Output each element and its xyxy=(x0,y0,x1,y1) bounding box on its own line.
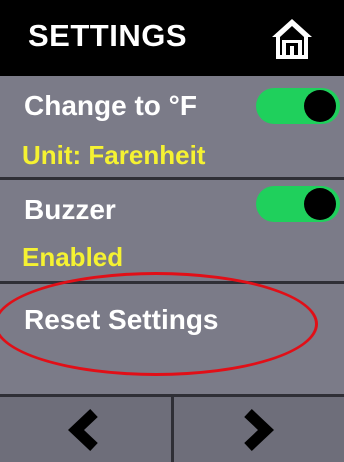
navigation-bar xyxy=(0,394,344,462)
prev-button[interactable] xyxy=(0,397,171,462)
home-icon[interactable] xyxy=(268,16,316,62)
units-label: Change to °F xyxy=(24,90,197,121)
reset-settings-label: Reset Settings xyxy=(24,304,219,335)
header-bar: SETTINGS xyxy=(0,0,344,76)
buzzer-status: Enabled xyxy=(22,242,124,272)
units-toggle[interactable] xyxy=(256,88,340,124)
buzzer-toggle[interactable] xyxy=(256,186,340,222)
page-title: SETTINGS xyxy=(28,18,188,53)
reset-settings-button[interactable]: Reset Settings xyxy=(0,284,344,394)
buzzer-label: Buzzer xyxy=(24,194,116,225)
chevron-right-icon xyxy=(244,409,275,451)
next-button[interactable] xyxy=(174,397,344,462)
settings-screen: SETTINGS Change to °F Unit: Farenheit Bu… xyxy=(0,0,344,462)
units-value: Unit: Farenheit xyxy=(22,140,206,170)
chevron-left-icon xyxy=(67,409,98,451)
setting-row-units[interactable]: Change to °F Unit: Farenheit xyxy=(0,76,344,180)
toggle-knob xyxy=(304,90,336,122)
setting-row-buzzer[interactable]: Buzzer Enabled xyxy=(0,180,344,284)
toggle-knob xyxy=(304,188,336,220)
